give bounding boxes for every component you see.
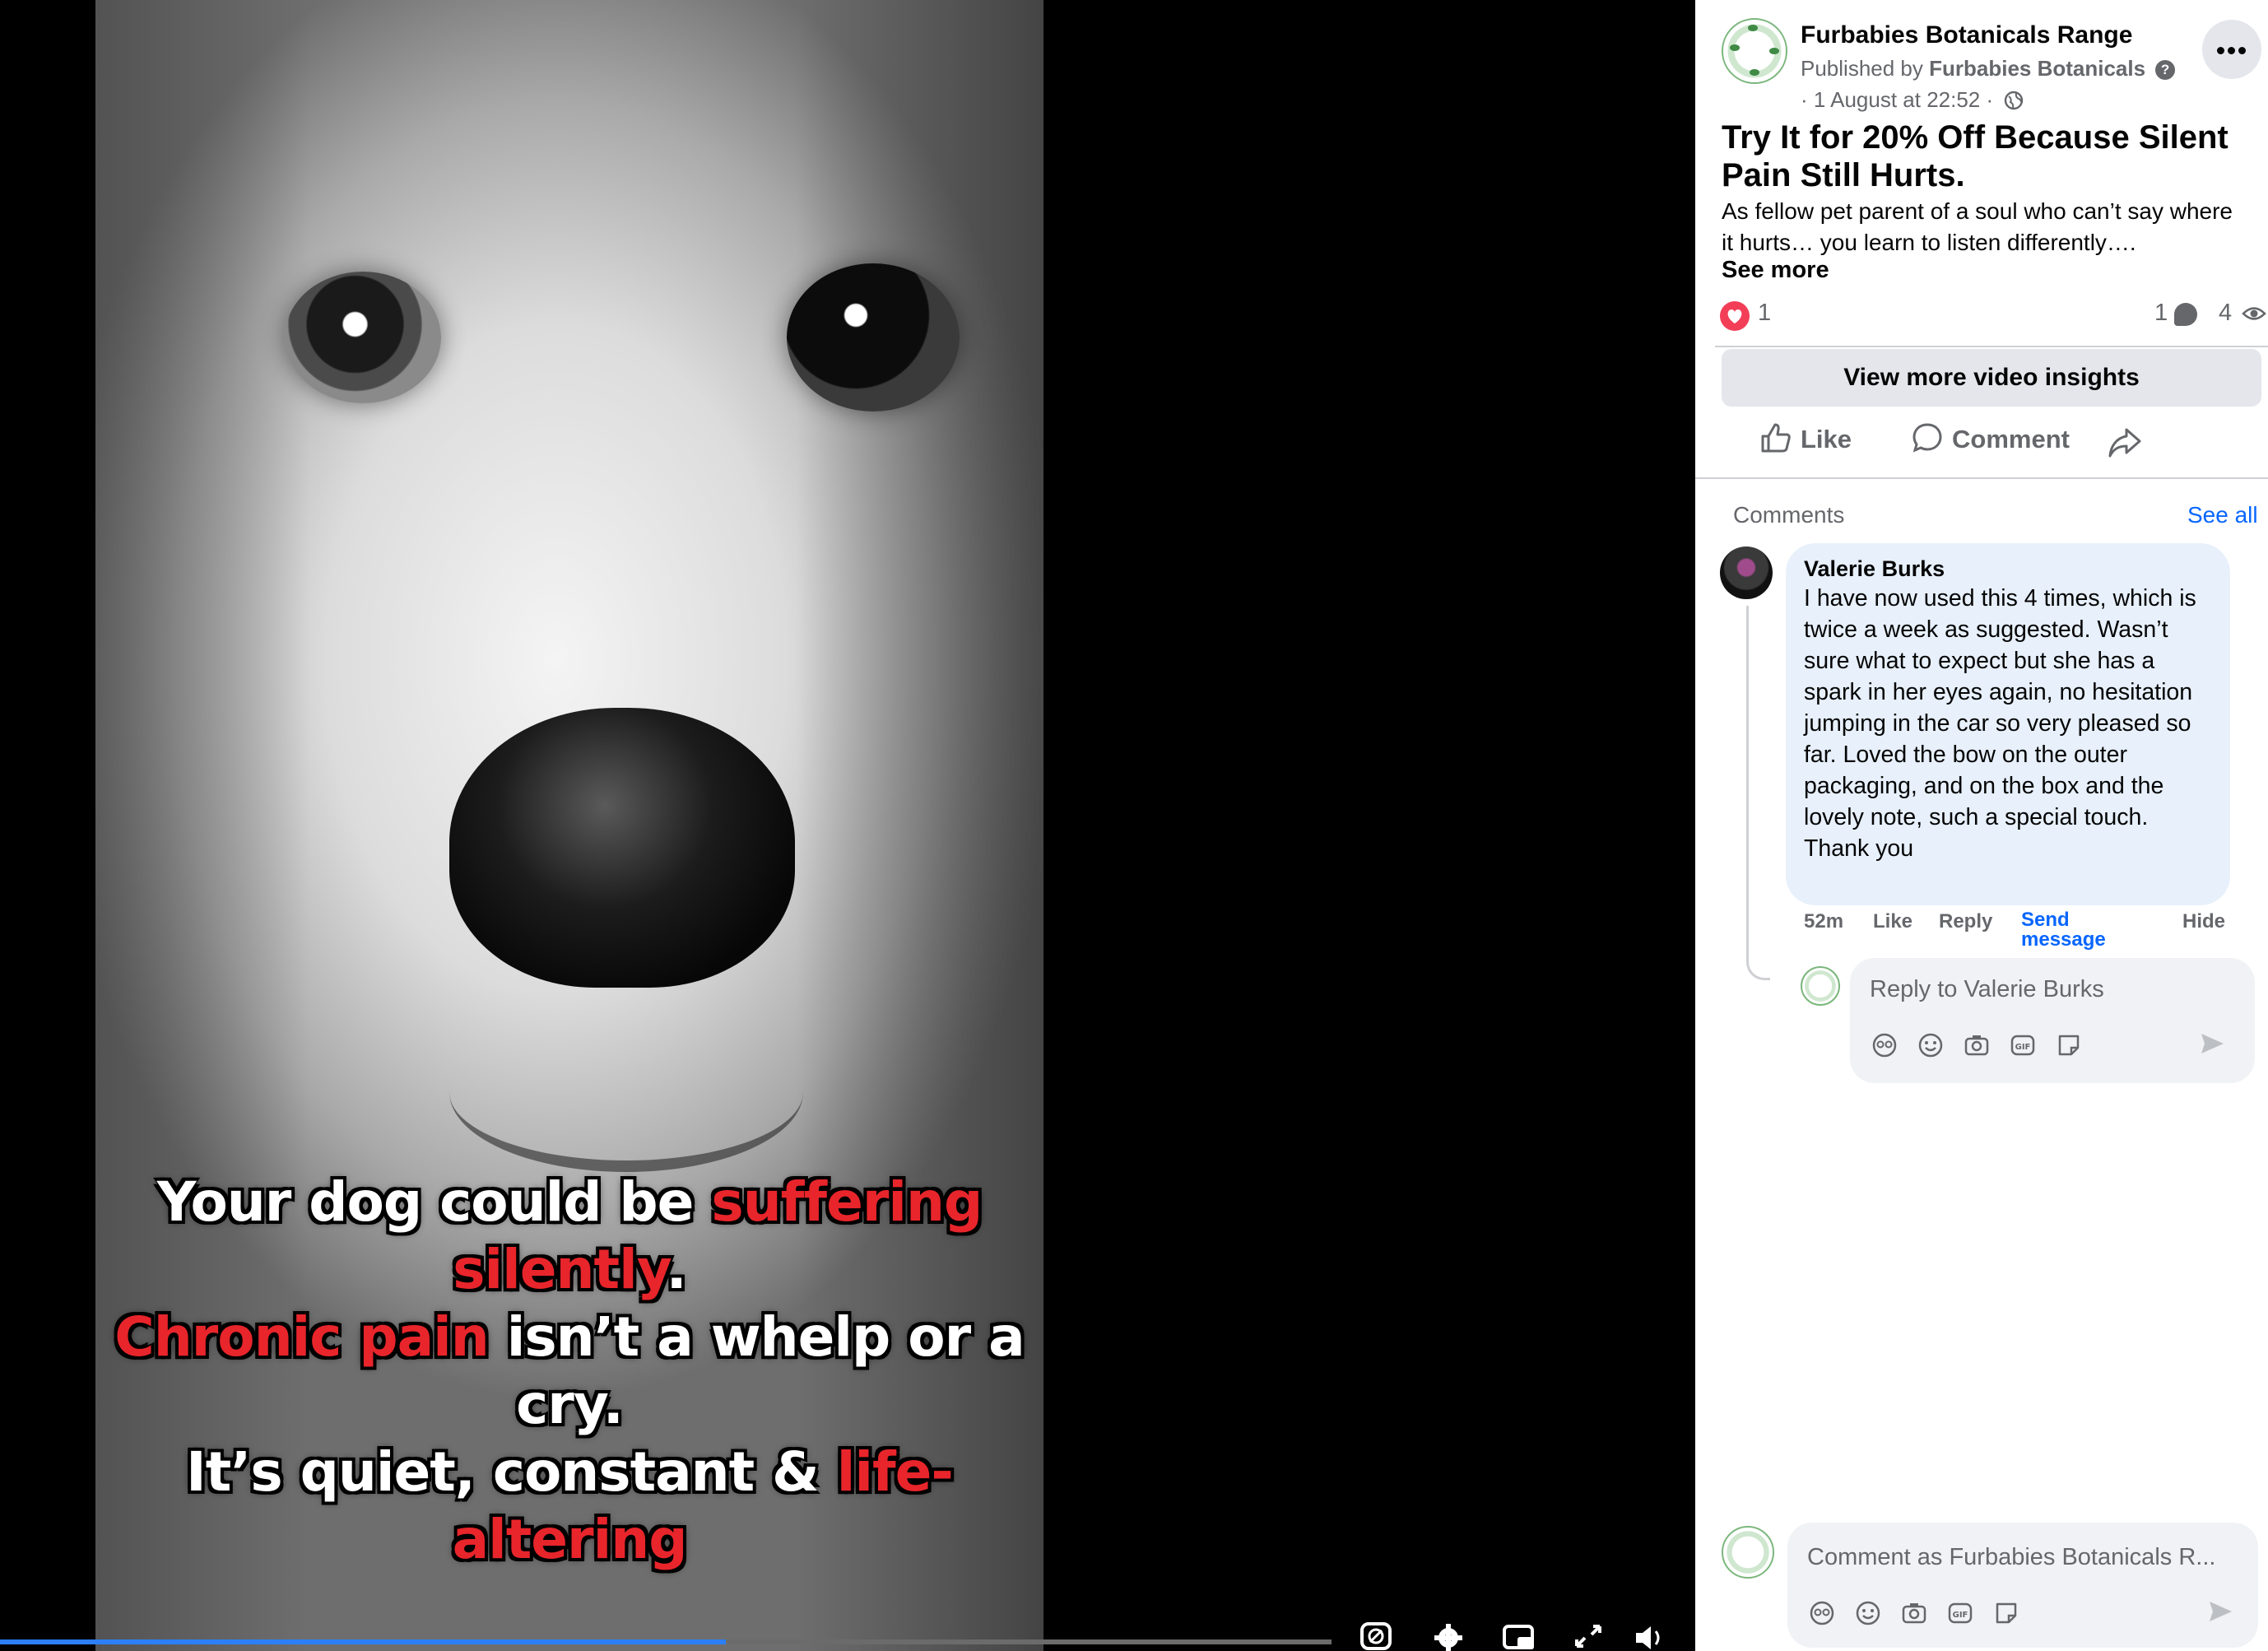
video-progress-bar[interactable] — [0, 1639, 1332, 1644]
send-message-link[interactable]: Send message — [2021, 910, 2120, 950]
camera-icon[interactable] — [1901, 1600, 1927, 1626]
volume-icon[interactable] — [1633, 1621, 1666, 1651]
divider — [1695, 477, 2268, 479]
caption-text: It’s quiet, constant & — [186, 1440, 837, 1504]
avatar-sticker-icon[interactable] — [1809, 1600, 1835, 1626]
caption-text: Your dog could be — [156, 1170, 712, 1234]
post-date-row: · 1 August at 22:52 · — [1801, 87, 2024, 113]
more-options-button[interactable] — [2202, 20, 2261, 79]
comment-count-icon — [2174, 303, 2197, 326]
settings-gear-icon[interactable] — [1432, 1621, 1465, 1651]
divider — [1715, 346, 2268, 347]
post-date[interactable]: · 1 August at 22:52 · — [1801, 87, 1993, 112]
send-icon[interactable] — [2199, 1030, 2225, 1057]
picture-in-picture-icon[interactable] — [1503, 1621, 1536, 1651]
gif-icon[interactable]: GIF — [1947, 1600, 1973, 1626]
globe-icon — [2005, 91, 2024, 110]
eye-icon — [2242, 307, 2266, 320]
comment-time[interactable]: 52m — [1804, 910, 1843, 933]
reply-page-avatar[interactable] — [1801, 966, 1840, 1006]
svg-text:GIF: GIF — [2015, 1043, 2031, 1052]
reaction-count[interactable]: 1 — [1758, 300, 1771, 327]
page-avatar[interactable] — [1722, 18, 1787, 84]
comment-composer: GIF — [1787, 1523, 2258, 1648]
dot-icon — [2238, 47, 2246, 54]
emoji-icon[interactable] — [1917, 1032, 1944, 1058]
dot-icon — [2228, 47, 2235, 54]
autoplay-off-icon[interactable] — [1359, 1621, 1392, 1651]
see-all-link[interactable]: See all — [2187, 502, 2258, 528]
love-reaction-icon[interactable] — [1720, 301, 1750, 331]
caption-highlight: Chronic pain — [114, 1305, 489, 1369]
published-by-row: Published by Furbabies Botanicals? — [1801, 56, 2176, 81]
post-title: Try It for 20% Off Because Silent Pain S… — [1722, 119, 2228, 193]
like-button[interactable]: Like — [1759, 421, 1852, 464]
reply-composer: GIF — [1850, 958, 2255, 1083]
comment-text: I have now used this 4 times, which is t… — [1804, 585, 2196, 862]
caption-text: . — [666, 1238, 687, 1301]
view-video-insights-button[interactable]: View more video insights — [1722, 349, 2261, 407]
dot-icon — [2217, 47, 2224, 54]
sticker-icon[interactable] — [1993, 1600, 2019, 1626]
dog-eye-right — [787, 263, 960, 412]
video-player[interactable]: Your dog could be suffering silently. Ch… — [0, 0, 1695, 1651]
hide-comment-button[interactable]: Hide — [2182, 910, 2225, 933]
video-progress-fill — [0, 1639, 726, 1644]
composer-page-avatar[interactable] — [1722, 1526, 1774, 1579]
comment-button[interactable]: Comment — [1911, 421, 2070, 464]
help-icon[interactable]: ? — [2155, 60, 2176, 80]
video-caption: Your dog could be suffering silently. Ch… — [95, 1169, 1043, 1574]
thread-connector-line — [1746, 606, 1770, 980]
camera-icon[interactable] — [1964, 1032, 1990, 1058]
gif-icon[interactable]: GIF — [2010, 1032, 2036, 1058]
dog-eye-left — [285, 272, 441, 403]
comment-like-button[interactable]: Like — [1873, 910, 1912, 933]
dog-mouth — [449, 1012, 803, 1172]
published-by-prefix: Published by — [1801, 56, 1930, 81]
publisher-name[interactable]: Furbabies Botanicals — [1929, 56, 2145, 81]
post-panel: Furbabies Botanicals Range Published by … — [1695, 0, 2268, 1651]
comment-label: Comment — [1952, 425, 2070, 453]
like-label: Like — [1801, 425, 1852, 453]
share-icon[interactable] — [2107, 425, 2143, 461]
speech-bubble-icon — [1912, 423, 1942, 453]
send-icon[interactable] — [2207, 1598, 2233, 1625]
caption-line-3: It’s quiet, constant & life-altering — [95, 1439, 1043, 1574]
comment-count[interactable]: 1 — [2154, 300, 2168, 327]
commenter-avatar[interactable] — [1720, 546, 1773, 599]
comment-author[interactable]: Valerie Burks — [1804, 556, 1945, 582]
see-more-link[interactable]: See more — [1722, 257, 1829, 284]
avatar-sticker-icon[interactable] — [1871, 1032, 1898, 1058]
svg-text:GIF: GIF — [1953, 1611, 1968, 1620]
fullscreen-icon[interactable] — [1572, 1621, 1605, 1651]
page-name[interactable]: Furbabies Botanicals Range — [1801, 21, 2132, 49]
comment-input[interactable] — [1807, 1539, 2235, 1575]
emoji-icon[interactable] — [1855, 1600, 1881, 1626]
post-body: As fellow pet parent of a soul who can’t… — [1722, 198, 2233, 255]
sticker-icon[interactable] — [2056, 1032, 2082, 1058]
dog-nose — [449, 708, 795, 988]
caption-text: isn’t a whelp or a cry. — [488, 1305, 1025, 1436]
comment-reply-button[interactable]: Reply — [1939, 910, 1992, 933]
caption-line-1: Your dog could be suffering silently. — [95, 1169, 1043, 1304]
thumbs-up-icon — [1761, 423, 1791, 453]
caption-line-2: Chronic pain isn’t a whelp or a cry. — [95, 1304, 1043, 1439]
view-count: 4 — [2219, 300, 2233, 326]
comments-heading: Comments — [1733, 502, 1845, 528]
reply-input[interactable] — [1870, 973, 2232, 1006]
